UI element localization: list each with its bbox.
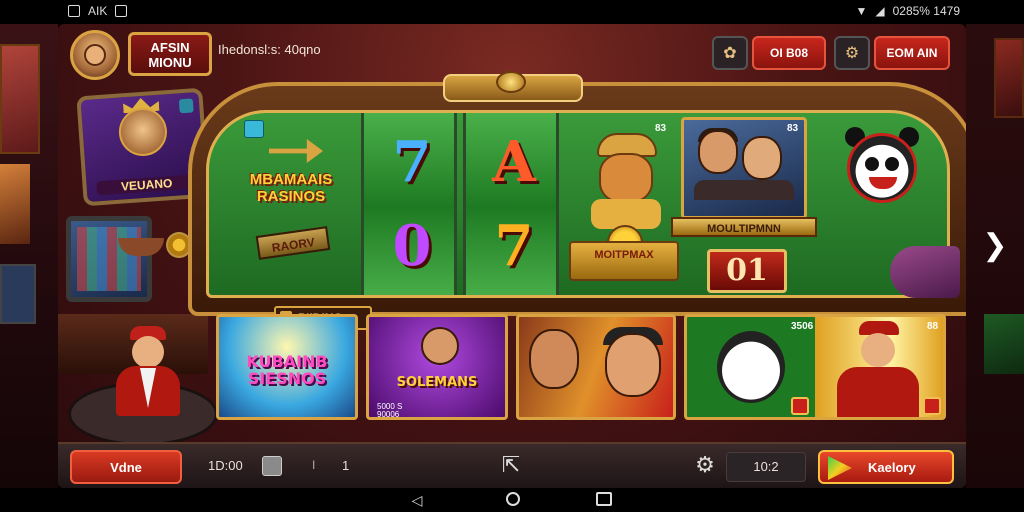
characters-body (694, 180, 794, 200)
game-card-1[interactable]: KUBAINB SIESNOS (216, 314, 358, 420)
title-line-2: MIONU (148, 55, 192, 70)
avatar[interactable] (70, 30, 120, 80)
status-left-text: AIK (88, 4, 108, 18)
avatar-face (84, 44, 106, 66)
balance-text: 1D:00 (208, 458, 243, 473)
reel-symbol: 7 (392, 129, 432, 195)
home-icon[interactable] (506, 492, 520, 506)
bg-machine (0, 264, 36, 324)
dog-head (599, 153, 653, 203)
logo-line-1: MBAMAAIS (249, 171, 333, 188)
reel-3-number: 83 (655, 123, 667, 134)
game-title-badge: AFSIN MIONU (128, 32, 212, 76)
king-character (117, 106, 169, 158)
header-button-1[interactable]: OI B08 (752, 36, 826, 70)
header-subtitle: Ihedonsl:s: 40qno (218, 42, 321, 57)
card-title-line-2: SIESNOS (247, 369, 327, 388)
card-number: 88 (927, 321, 939, 332)
card-number: 3506 (791, 321, 814, 332)
count-value: 1 (342, 458, 350, 473)
status-bar: AIK ▼ ◢ 0285% 1479 (0, 0, 1024, 24)
slot-logo-sub: RAORV (255, 226, 331, 260)
panda-character (847, 133, 917, 203)
bg-table (984, 314, 1024, 374)
flower-icon[interactable]: ✿ (712, 36, 748, 70)
title-line-1: AFSIN (150, 40, 190, 55)
level-display: 10:2 (726, 452, 806, 482)
panda-eye (865, 157, 879, 171)
character-face (421, 327, 459, 365)
reel-symbol: 7 (494, 213, 534, 279)
reel-symbol: A (492, 129, 536, 195)
card-title-line-1: KUBAINB (246, 352, 328, 371)
character-face (605, 333, 661, 397)
dealer-head (132, 336, 164, 368)
panda-character (717, 331, 785, 403)
coin-plate-label: MOITPMAX (594, 249, 654, 261)
signal-icon: ◢ (875, 4, 885, 18)
nav-bar: ◁ (0, 488, 1024, 512)
info-icon[interactable] (244, 120, 264, 138)
host-body (837, 367, 919, 417)
bg-machine (994, 38, 1024, 118)
card-title: KUBAINB SIESNOS (219, 353, 355, 387)
bottom-bar: Vdne 1D:00 I 1 ⇱ ⚙ 10:2 Kaelory (58, 442, 966, 488)
cabinet-label: VEUANO (96, 174, 198, 196)
arrow-icon (269, 139, 323, 163)
panda-eye (885, 157, 899, 171)
character-face (742, 136, 782, 180)
status-right: ▼ ◢ 0285% 1479 (855, 4, 960, 18)
back-icon[interactable]: ◁ (406, 492, 428, 508)
character-face (529, 329, 579, 389)
bg-machine (0, 164, 30, 244)
game-card-4[interactable]: 3506 88 (684, 314, 946, 420)
reel-3-dog: MOITPMAX (569, 121, 679, 295)
background-left (0, 24, 58, 488)
game-card-2[interactable]: SOLEMANS 5000 S 90006 (366, 314, 508, 420)
screen: AIK ▼ ◢ 0285% 1479 ❯ AFSIN MIONU Ihedons… (0, 0, 1024, 512)
notification-icon (68, 5, 80, 17)
status-left: AIK (68, 4, 128, 18)
monitor-screen (77, 227, 141, 291)
logo-line-2: RASINOS (256, 188, 326, 205)
side-monitor (66, 216, 152, 302)
chip-01: 01 (707, 249, 787, 293)
reel-2: A 7 (463, 113, 559, 295)
duo-number: 83 (787, 123, 799, 134)
dealer-character (108, 326, 188, 426)
card-small-text: 5000 S 90006 (377, 403, 402, 419)
calculator-icon[interactable] (262, 456, 282, 476)
status-right-text: 0285% 1479 (892, 4, 960, 18)
game-app: AFSIN MIONU Ihedonsl:s: 40qno ✿ OI B08 ⚙… (58, 24, 966, 488)
left-action-button[interactable]: Vdne (70, 450, 182, 484)
host-head (861, 333, 895, 367)
screenshot-icon (115, 5, 128, 17)
slot-logo-text: MBAMAAIS RASINOS (233, 171, 349, 205)
slot-reels-area[interactable]: MBAMAAIS RASINOS RAORV 7 0 A 7 MOITPMAX (206, 110, 950, 298)
separator: I (312, 458, 316, 472)
slot-logo: MBAMAAIS RASINOS RAORV (209, 113, 359, 295)
coin-plate (569, 241, 679, 281)
reel-1: 7 0 (361, 113, 457, 295)
reel-symbol: 0 (392, 213, 432, 279)
card-title: SOLEMANS (396, 375, 478, 390)
next-arrow-icon[interactable]: ❯ (980, 226, 1010, 266)
share-icon[interactable]: ⇱ (498, 452, 524, 478)
gift-icon (791, 397, 809, 415)
recents-icon[interactable] (596, 492, 612, 506)
gear-icon[interactable]: ⚙ (692, 452, 718, 478)
game-card-3[interactable] (516, 314, 676, 420)
slot-gem (496, 71, 526, 93)
bg-machine (0, 44, 40, 154)
wifi-icon: ▼ (855, 4, 868, 18)
card-small-line-2: 90006 (377, 410, 400, 419)
scarf-decor (890, 246, 960, 298)
gear-icon[interactable]: ⚙ (834, 36, 870, 70)
cabinet-badge (178, 98, 194, 114)
header-button-2[interactable]: EOM AIN (874, 36, 950, 70)
character-face (698, 130, 738, 174)
duo-label: MOULTIPMNN (671, 217, 817, 237)
gift-icon (923, 397, 941, 415)
